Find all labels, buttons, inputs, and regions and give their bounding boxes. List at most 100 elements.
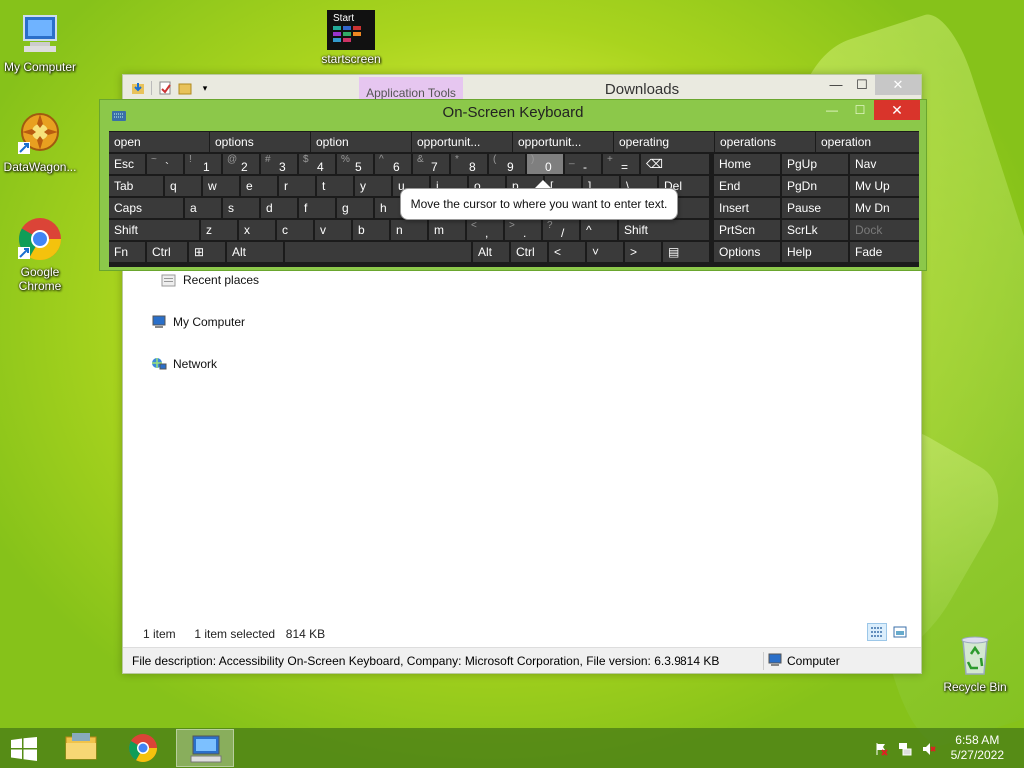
suggestion-3[interactable]: option xyxy=(311,132,411,152)
key-pgdn[interactable]: PgDn xyxy=(782,176,848,196)
key-options[interactable]: Options xyxy=(714,242,780,262)
key-nav[interactable]: Nav xyxy=(850,154,919,174)
start-button[interactable] xyxy=(10,737,38,761)
key-d[interactable]: d xyxy=(261,198,297,218)
nav-item-recent-places[interactable]: Recent places xyxy=(161,273,259,287)
key-pause[interactable]: Pause xyxy=(782,198,848,218)
desktop-icon-startscreen[interactable]: Start startscreen xyxy=(311,10,391,66)
desktop-icon-my-computer[interactable]: My Computer xyxy=(0,10,80,74)
key-b[interactable]: b xyxy=(353,220,389,240)
key-windows[interactable]: ⊞ xyxy=(189,242,225,262)
key-home[interactable]: Home xyxy=(714,154,780,174)
key-4[interactable]: $4 xyxy=(299,154,335,174)
suggestion-2[interactable]: options xyxy=(210,132,310,152)
key-pgup[interactable]: PgUp xyxy=(782,154,848,174)
close-button[interactable]: ✕ xyxy=(874,100,920,120)
key-insert[interactable]: Insert xyxy=(714,198,780,218)
suggestion-4[interactable]: opportunit... xyxy=(412,132,512,152)
key-6[interactable]: ^ 6 xyxy=(375,154,411,174)
network-tray-icon[interactable] xyxy=(898,742,912,756)
key-3[interactable]: #3 xyxy=(261,154,297,174)
key-shift-left[interactable]: Shift xyxy=(109,220,199,240)
key-9[interactable]: (9 xyxy=(489,154,525,174)
key-alt-left[interactable]: Alt xyxy=(227,242,283,262)
suggestion-7[interactable]: operations xyxy=(715,132,815,152)
close-button[interactable]: ✕ xyxy=(875,75,921,95)
key-t[interactable]: t xyxy=(317,176,353,196)
key-caps[interactable]: Caps xyxy=(109,198,183,218)
key-x[interactable]: x xyxy=(239,220,275,240)
key-q[interactable]: q xyxy=(165,176,201,196)
taskbar-chrome[interactable] xyxy=(114,729,172,767)
minimize-button[interactable]: — xyxy=(823,75,849,95)
key-prtscn[interactable]: PrtScn xyxy=(714,220,780,240)
key-tab[interactable]: Tab xyxy=(109,176,163,196)
key-=[interactable]: + = xyxy=(603,154,639,174)
desktop-icon-datawagon[interactable]: DataWagon... xyxy=(0,110,80,174)
key-backspace[interactable]: ⌫ xyxy=(641,154,709,174)
clock[interactable]: 6:58 AM 5/27/2022 xyxy=(951,733,1004,763)
nav-item-my-computer[interactable]: My Computer xyxy=(151,315,245,329)
key-esc[interactable]: Esc xyxy=(109,154,145,174)
key-ctrl-right[interactable]: Ctrl xyxy=(511,242,547,262)
key-left-arrow[interactable]: < xyxy=(549,242,585,262)
key-8[interactable]: * 8 xyxy=(451,154,487,174)
details-view-button[interactable] xyxy=(867,623,887,641)
key-right-arrow[interactable]: > xyxy=(625,242,661,262)
maximize-button[interactable]: ☐ xyxy=(846,100,874,120)
key-v[interactable]: v xyxy=(315,220,351,240)
key-g[interactable]: g xyxy=(337,198,373,218)
key-1[interactable]: ! 1 xyxy=(185,154,221,174)
key-fn[interactable]: Fn xyxy=(109,242,145,262)
key-menu[interactable]: ▤ xyxy=(663,242,709,262)
key-end[interactable]: End xyxy=(714,176,780,196)
key-r[interactable]: r xyxy=(279,176,315,196)
suggestion-6[interactable]: operating xyxy=(614,132,714,152)
key-mv-up[interactable]: Mv Up xyxy=(850,176,919,196)
taskbar-on-screen-keyboard[interactable] xyxy=(176,729,234,767)
key-2[interactable]: @2 xyxy=(223,154,259,174)
key-e[interactable]: e xyxy=(241,176,277,196)
key-shift-right[interactable]: Shift xyxy=(619,220,709,240)
key-y[interactable]: y xyxy=(355,176,391,196)
desktop-icon-recycle-bin[interactable]: Recycle Bin xyxy=(935,630,1015,694)
key-down-arrow[interactable]: ˅ xyxy=(587,242,623,262)
key-punct-10[interactable]: ? / xyxy=(543,220,579,240)
desktop-icon-google-chrome[interactable]: Google Chrome xyxy=(0,215,80,293)
volume-muted-icon[interactable] xyxy=(922,742,936,756)
key-n[interactable]: n xyxy=(391,220,427,240)
key-up-arrow[interactable]: ^ xyxy=(581,220,617,240)
key-punct-9[interactable]: >. xyxy=(505,220,541,240)
key-scrlk[interactable]: ScrLk xyxy=(782,220,848,240)
key-ctrl-left[interactable]: Ctrl xyxy=(147,242,187,262)
key-fade[interactable]: Fade xyxy=(850,242,919,262)
key-help[interactable]: Help xyxy=(782,242,848,262)
key-punct-8[interactable]: <, xyxy=(467,220,503,240)
suggestion-1[interactable]: open xyxy=(109,132,209,152)
key-c[interactable]: c xyxy=(277,220,313,240)
key-mv-dn[interactable]: Mv Dn xyxy=(850,198,919,218)
key-7[interactable]: & 7 xyxy=(413,154,449,174)
key-s[interactable]: s xyxy=(223,198,259,218)
key-m[interactable]: m xyxy=(429,220,465,240)
suggestion-8[interactable]: operation xyxy=(816,132,919,152)
key-a[interactable]: a xyxy=(185,198,221,218)
action-center-flag-icon[interactable] xyxy=(874,742,888,756)
nav-item-network[interactable]: Network xyxy=(151,357,217,371)
taskbar-file-explorer[interactable] xyxy=(52,729,110,767)
key-f[interactable]: f xyxy=(299,198,335,218)
key-w[interactable]: w xyxy=(203,176,239,196)
key--[interactable]: _ - xyxy=(565,154,601,174)
large-icons-view-button[interactable] xyxy=(891,624,909,640)
key-`[interactable]: ~ ` xyxy=(147,154,183,174)
suggestion-5[interactable]: opportunit... xyxy=(513,132,613,152)
minimize-button[interactable]: — xyxy=(818,100,846,120)
key-dock[interactable]: Dock xyxy=(850,220,919,240)
maximize-button[interactable]: ☐ xyxy=(849,75,875,95)
key-alt-right[interactable]: Alt xyxy=(473,242,509,262)
computer-icon xyxy=(16,10,64,58)
key-space[interactable] xyxy=(285,242,471,262)
key-z[interactable]: z xyxy=(201,220,237,240)
key-0[interactable]: ) 0 xyxy=(527,154,563,174)
key-5[interactable]: % 5 xyxy=(337,154,373,174)
